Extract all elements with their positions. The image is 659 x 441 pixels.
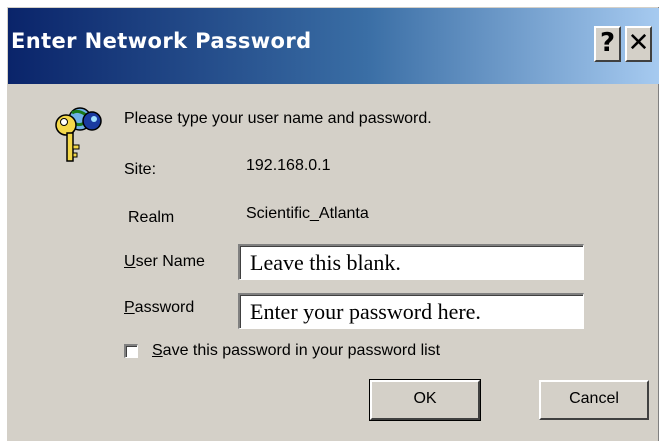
- realm-value: Scientific_Atlanta: [246, 205, 369, 222]
- dialog-title: Enter Network Password: [11, 29, 312, 53]
- user-name-label: User Name: [124, 253, 205, 271]
- ok-button[interactable]: OK: [369, 379, 481, 421]
- close-icon: ✕: [627, 28, 650, 58]
- network-password-dialog: Enter Network Password ? ✕ Please type y…: [6, 6, 659, 441]
- save-password-label[interactable]: Save this password in your password list: [152, 342, 440, 360]
- save-password-mnemonic: S: [152, 342, 163, 359]
- password-mnemonic: P: [124, 299, 135, 316]
- question-mark-icon: ?: [599, 28, 616, 58]
- save-password-label-rest: ave this password in your password list: [162, 342, 441, 359]
- password-label: Password: [124, 299, 194, 317]
- keys-icon: [55, 107, 102, 162]
- save-password-checkbox[interactable]: [124, 344, 138, 358]
- site-label: Site:: [124, 161, 157, 178]
- user-name-mnemonic: U: [124, 253, 136, 270]
- title-bar[interactable]: Enter Network Password ? ✕: [8, 8, 659, 84]
- password-label-rest: assword: [134, 299, 195, 316]
- user-name-input[interactable]: Leave this blank.: [238, 244, 584, 280]
- help-button[interactable]: ?: [594, 26, 621, 62]
- user-name-label-rest: ser Name: [135, 253, 205, 270]
- prompt-text: Please type your user name and password.: [124, 110, 432, 127]
- cancel-button[interactable]: Cancel: [539, 380, 649, 420]
- password-input[interactable]: Enter your password here.: [238, 293, 584, 329]
- site-value: 192.168.0.1: [246, 157, 331, 174]
- realm-label: Realm: [128, 209, 175, 226]
- close-button[interactable]: ✕: [625, 26, 652, 62]
